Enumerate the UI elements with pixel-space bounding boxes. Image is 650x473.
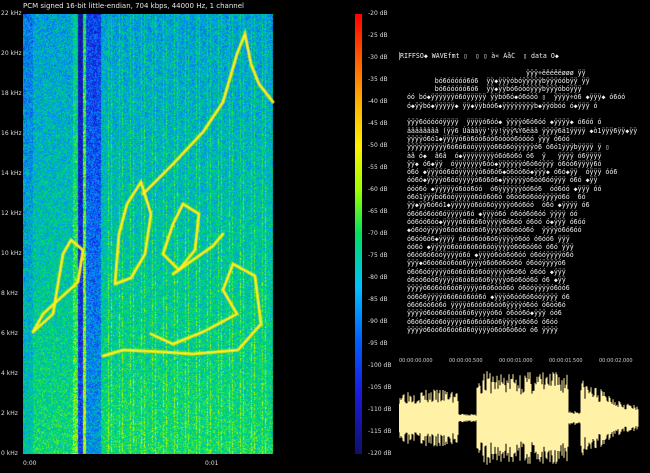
hex-line: ó6ó1ÿÿÿbó6óóÿÿÿÿó6óó6ó6ó ó6óó6ó6óóÿÿÿÿó6… [399, 193, 586, 202]
hex-line: ÿÿÿÿó6óó6ó6óóó6ó6ÿÿÿÿó6ó ó6óó6ó◆ÿÿÿ óó6 [399, 309, 562, 318]
hex-line: bó6óóóóó6ó6 ÿÿ◆ÿÿÿóbóÿÿÿÿÿbÿÿÿóóbÿÿ ÿÿ [399, 76, 590, 85]
hex-line: ÿÿÿ÷ëêéêëøøø ÿÿ [399, 68, 586, 77]
waveform-time-label: 00:00:01.500 [549, 358, 583, 364]
frequency-tick: 20 kHz [1, 50, 22, 57]
hex-line: bó6óóóóó6ó6 ÿÿ◆ÿÿbó6óòóÿÿÿbÿÿÿóbóÿÿÿ [399, 85, 582, 94]
hex-line: ÿÿ◆ ó6◆ÿÿ óÿÿÿÿÿÿÿ6óó◆ÿÿÿÿÿÿó6ó6óÿÿÿ ó6ó… [399, 159, 602, 168]
decibel-colorbar [355, 14, 362, 454]
hex-line: ó6ó6ó6óó6óÿÿÿÿó6ó6óó6óó6ÿÿÿÿó6ó6ó ó6óó [399, 317, 558, 326]
waveform-panel[interactable]: 00:00:00.000 00:00:00.500 00:00:01.000 00:0… [399, 358, 639, 470]
frequency-tick: 18 kHz [1, 90, 22, 97]
hex-line: RIFFŠÕ◆ WAVEfmt ▯ ▯ ▯ à« ÀåĈ ▯ data Õ◆ [399, 52, 642, 61]
hex-line: ÿÿÿÿó6ó6óó6óó6ÿÿÿÿó6ó6óóó6ó ó6óóÿÿÿÿó6óó… [399, 284, 570, 293]
frequency-tick: 2 kHz [1, 410, 18, 417]
decibel-tick: -115 dB [368, 428, 392, 435]
hex-line [399, 60, 642, 68]
decibel-tick: -45 dB [368, 120, 388, 127]
hex-line [399, 110, 642, 118]
hex-line: ó◆ÿÿbó◆ÿÿÿÿÿ◆ ÿÿ◆ÿÿbóó6◆ÿÿÿÿÿÿÿÿb◆ÿÿóbóó… [399, 101, 598, 110]
decibel-tick: -20 dB [368, 10, 388, 17]
frequency-tick: 8 kHz [1, 290, 18, 297]
frequency-tick: 6 kHz [1, 330, 18, 337]
waveform-time-label: 00:00:00.000 [399, 358, 433, 364]
waveform-graph [399, 371, 639, 465]
decibel-tick: -105 dB [368, 384, 392, 391]
hex-line: ÿÿ◆ÿÿ6ó6ó1◆ÿÿÿÿÿó6óó6óÿÿÿÿó6ó6óó ó6ó ◆ÿÿ… [399, 201, 590, 210]
time-tick: 0:01 [205, 460, 219, 467]
decibel-tick: -65 dB [368, 208, 388, 215]
decibel-tick: -70 dB [368, 230, 388, 237]
decibel-tick: -100 dB [368, 362, 392, 369]
decibel-tick: -40 dB [368, 98, 388, 105]
frequency-tick: 10 kHz [1, 250, 22, 257]
hex-line: ÿÿÿÿÿÿÿÿÿÿ6ó6ó6óóÿÿÿÿó66ó6óÿÿÿÿÿó6 ó6ó1ÿ… [399, 143, 610, 152]
hex-line: ÿÿÿÿó6ó1◆ÿÿÿÿó6ò6óó6óó6óóóó6óóóó ÿÿÿ ó6ó… [399, 134, 570, 143]
hex-line: ó6ó6ó6óó6óÿÿÿÿó6ó ◆ÿÿÿó6ó ó6óó6ó6óó ÿÿÿÿ… [399, 209, 578, 218]
hex-line: óó6ó ◆ÿÿÿÿó6óóó6ó6ó6óóÿÿÿÿó6ó6óó6ó ó6ó ÿ… [399, 242, 574, 251]
hex-text-view[interactable]: RIFFŠÕ◆ WAVEfmt ▯ ▯ ▯ à« ÀåĈ ▯ data Õ◆ ÿ… [399, 52, 642, 342]
hex-line: ââââââââ (ÿÿ6 Ùâââÿÿ'ÿÿ!ÿÿÿ%Ÿ6ëäâ ÿÿÿÿ6ä… [399, 126, 638, 135]
decibel-tick: -30 dB [368, 54, 388, 61]
hex-line: ó6óó6ó6óóÿÿÿÿó6ó ◆ÿÿÿó6óó6ó6óó ó6óóÿÿÿÿó… [399, 251, 574, 260]
hex-line: óóó6ó ◆ÿÿÿÿÿó6óó6óó ó6ÿÿÿÿÿÿóó6ó6 óó6óó … [399, 184, 602, 193]
frequency-tick: 22 kHz [1, 10, 22, 17]
decibel-tick: -35 dB [368, 76, 388, 83]
hex-line: óó6óó6óó◆ÿÿÿÿó6ó6ó6óÿÿÿÿ6ó6óó ó6óó ó◆ÿÿÿ… [399, 217, 586, 226]
waveform-time-label: 00:00:00.500 [449, 358, 483, 364]
frequency-tick: 12 kHz [1, 210, 22, 217]
decibel-tick: -60 dB [368, 186, 388, 193]
waveform-time-label: 00:00:02.000 [599, 358, 633, 364]
frequency-tick: 14 kHz [1, 170, 22, 177]
decibel-tick: -75 dB [368, 252, 388, 259]
hex-line: ó6ó ◆ÿÿÿóó6óóÿÿÿÿÿó6ó6ó6◆ó6óó6ó◆ÿÿÿ◆ ó6ó… [399, 168, 618, 177]
hex-line: ◆ó6óóÿÿÿÿó6óó6óóó6ó6ÿÿÿÿó6ó6óó6ó ÿÿÿÿó6ó… [399, 226, 582, 235]
hex-line: ÿÿÿ6óóóóóÿÿÿÿ ÿÿÿÿó6óó◆ ÿÿÿÿó6ó6óó ◆ÿÿÿÿ… [399, 118, 602, 127]
decibel-tick: -110 dB [368, 406, 392, 413]
waveform-time-label: 00:00:01.000 [499, 358, 533, 364]
spectrogram-canvas[interactable] [23, 14, 349, 454]
time-tick: 0:00 [23, 460, 37, 467]
hex-line: àâ ó◆ â6â ó◆ÿÿÿÿÿÿÿÿó6ó6ó6ó ó6 ÿ ÿÿÿÿ ó6… [399, 151, 602, 160]
hex-line: ó6ó6óóÿÿÿÿó6ó6óó6ó6óóÿÿÿÿó6ó6ó ó6óó ◆ÿÿÿ [399, 267, 566, 276]
hex-line: ó6óó6óó6ÿÿÿÿó6óó6ó6ó6ÿÿÿÿó6ó6óó6ó ó6 ◆ÿÿ [399, 276, 566, 285]
decibel-tick: -50 dB [368, 142, 388, 149]
spectrogram-title: PCM signed 16-bit little-endian, 704 kbp… [23, 2, 244, 10]
frequency-tick: 0 kHz [1, 450, 18, 457]
decibel-tick: -80 dB [368, 274, 388, 281]
hex-line: ó6ó6óó6ó6ó ÿÿÿÿó6óó6ó6óó6ÿÿÿÿó6óó ó6óó6ó [399, 300, 566, 309]
decibel-tick: -90 dB [368, 318, 388, 325]
decibel-tick: -25 dB [368, 32, 388, 39]
frequency-tick: 4 kHz [1, 370, 18, 377]
hex-line: óó bó◆ÿÿÿÿÿÿó6óÿÿÿÿÿ ÿÿbó6ó◆ó6óóó ▯ ÿÿÿÿ… [399, 93, 626, 102]
hex-line: ÿÿÿ◆ó6óó6óó6óó6ÿÿÿÿó6ó6ó6óó6ó ó6óóÿÿÿÿó6 [399, 259, 566, 268]
hex-line: óó6ó6ÿÿÿÿó6ó6óó6óó6ó ◆ÿÿÿó6óó6ó6óóÿÿÿÿ ó… [399, 292, 570, 301]
frequency-tick: 16 kHz [1, 130, 22, 137]
hex-line: óó6ó◆ÿÿÿÿó6óóÿÿÿÿó6ó6ó6◆ÿÿÿÿÿÿó6óó6óóÿÿÿ… [399, 176, 598, 185]
waveform-trace [399, 371, 639, 465]
decibel-tick: -85 dB [368, 296, 388, 303]
decibel-tick: -95 dB [368, 340, 388, 347]
hex-line: ó6óó6ó6◆ÿÿÿÿ ó6óó6óó6ó6ÿÿÿÿó6óó ó6óó6 ÿÿ… [399, 234, 570, 243]
decibel-tick: -120 dB [368, 450, 392, 457]
hex-line: ÿÿÿÿó6óó6ó6óó6ó6óÿÿÿÿó6óó6ó6óó ó6 ÿÿÿÿ [399, 325, 558, 334]
decibel-tick: -55 dB [368, 164, 388, 171]
